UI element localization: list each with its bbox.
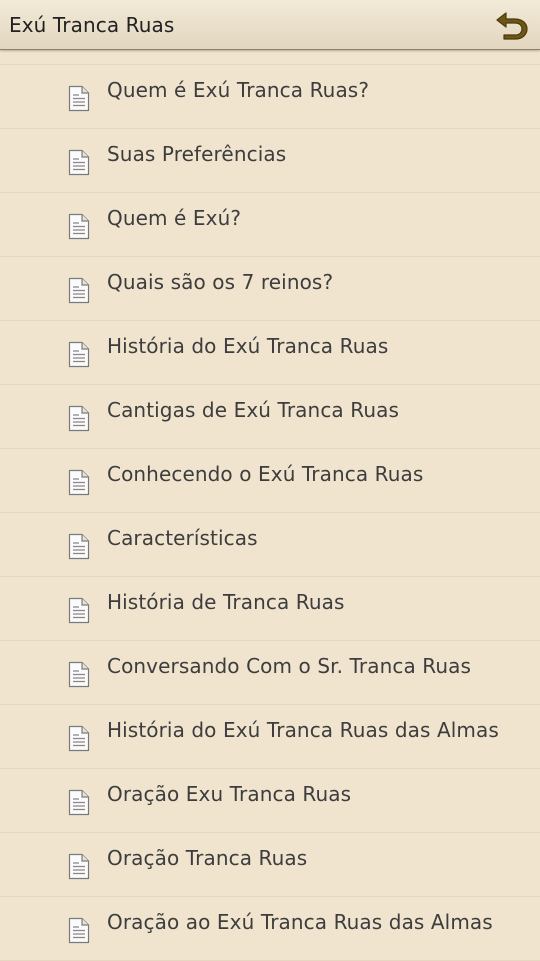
list-item-label: História de Tranca Ruas (107, 590, 345, 614)
list-item[interactable]: Oração Tranca Ruas (0, 833, 540, 897)
document-icon (68, 213, 90, 240)
document-icon (68, 789, 90, 816)
list-item[interactable]: Oração Exu Tranca Ruas (0, 769, 540, 833)
topics-list: Quem é Exú Tranca Ruas? Suas Preferência… (0, 64, 540, 961)
list-item[interactable]: História do Exú Tranca Ruas das Almas (0, 705, 540, 769)
document-icon (68, 405, 90, 432)
document-icon (68, 341, 90, 368)
document-icon (68, 85, 90, 112)
list-item[interactable]: Conversando Com o Sr. Tranca Ruas (0, 641, 540, 705)
list-item-label: Oração Exu Tranca Ruas (107, 782, 352, 806)
list-item-label: História do Exú Tranca Ruas das Almas (107, 718, 499, 742)
back-arrow-icon (496, 12, 528, 40)
list-item-label: Características (107, 526, 258, 550)
list-item-label: Quem é Exú? (107, 206, 242, 230)
document-icon (68, 469, 90, 496)
list-item[interactable]: Oração ao Exú Tranca Ruas das Almas (0, 897, 540, 961)
list-item-label: Conhecendo o Exú Tranca Ruas (107, 462, 424, 486)
app-bar: Exú Tranca Ruas (0, 0, 540, 50)
list-item[interactable]: História do Exú Tranca Ruas (0, 321, 540, 385)
list-item-label: História do Exú Tranca Ruas (107, 334, 389, 358)
app-title: Exú Tranca Ruas (9, 13, 175, 37)
document-icon (68, 725, 90, 752)
list-item[interactable]: Quem é Exú? (0, 193, 540, 257)
list-item[interactable]: História de Tranca Ruas (0, 577, 540, 641)
list-item-label: Quem é Exú Tranca Ruas? (107, 78, 370, 102)
list-item[interactable]: Quem é Exú Tranca Ruas? (0, 65, 540, 129)
document-icon (68, 661, 90, 688)
list-item[interactable]: Suas Preferências (0, 129, 540, 193)
list-item[interactable]: Conhecendo o Exú Tranca Ruas (0, 449, 540, 513)
list-item[interactable]: Quais são os 7 reinos? (0, 257, 540, 321)
document-icon (68, 917, 90, 944)
document-icon (68, 533, 90, 560)
list-item[interactable]: Cantigas de Exú Tranca Ruas (0, 385, 540, 449)
document-icon (68, 853, 90, 880)
list-item-label: Conversando Com o Sr. Tranca Ruas (107, 654, 472, 678)
document-icon (68, 277, 90, 304)
document-icon (68, 597, 90, 624)
list-item-label: Oração Tranca Ruas (107, 846, 308, 870)
document-icon (68, 149, 90, 176)
list-item[interactable]: Características (0, 513, 540, 577)
list-item-label: Cantigas de Exú Tranca Ruas (107, 398, 399, 422)
list-item-label: Suas Preferências (107, 142, 287, 166)
back-button[interactable] (492, 6, 532, 44)
list-item-label: Quais são os 7 reinos? (107, 270, 334, 294)
list-item-label: Oração ao Exú Tranca Ruas das Almas (107, 910, 493, 934)
